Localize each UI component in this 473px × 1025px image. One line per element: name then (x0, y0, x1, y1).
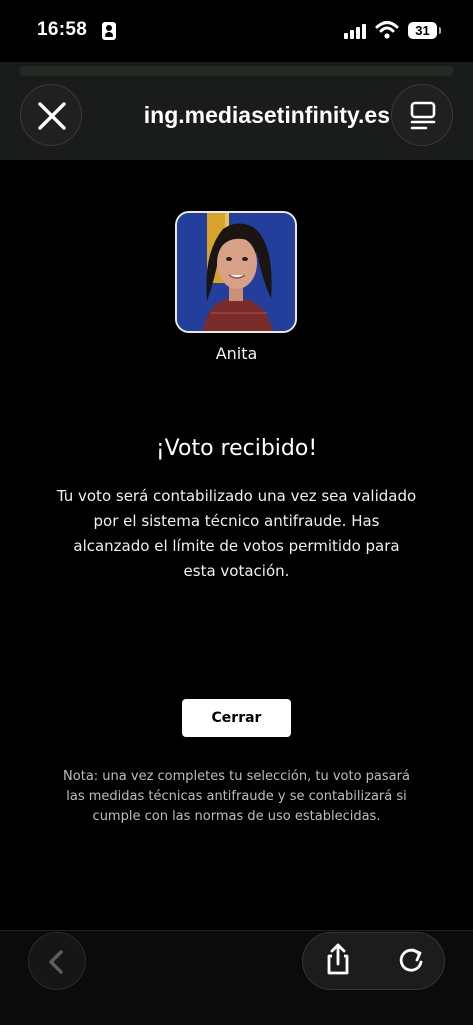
candidate-avatar (175, 211, 297, 333)
back-button[interactable] (28, 932, 86, 990)
status-bar: 16:58 31 (0, 0, 473, 60)
battery-icon: 31 (408, 22, 441, 39)
candidate-photo (177, 213, 295, 331)
url-text[interactable]: ing.mediasetinfinity.es (86, 98, 390, 132)
close-browser-button[interactable] (20, 84, 82, 146)
back-icon (49, 950, 63, 974)
contact-card-icon (102, 22, 116, 40)
reload-button[interactable] (391, 940, 431, 980)
vote-received-title: ¡Voto recibido! (155, 436, 318, 461)
share-button[interactable] (318, 940, 358, 980)
background-page-strip (20, 66, 453, 76)
close-button[interactable]: Cerrar (182, 699, 291, 737)
tabs-button[interactable] (391, 84, 453, 146)
status-time: 16:58 (37, 19, 88, 40)
antifraud-note: Nota: una vez completes tu selección, tu… (63, 769, 410, 824)
tabs-icon (410, 101, 436, 130)
vote-received-message: Tu voto será contabilizado una vez sea v… (56, 487, 417, 580)
wifi-icon (375, 21, 399, 39)
close-icon (38, 102, 66, 130)
share-icon (327, 943, 349, 975)
candidate-name: Anita (215, 344, 258, 363)
signal-icon (344, 23, 366, 39)
reload-icon (399, 948, 423, 972)
